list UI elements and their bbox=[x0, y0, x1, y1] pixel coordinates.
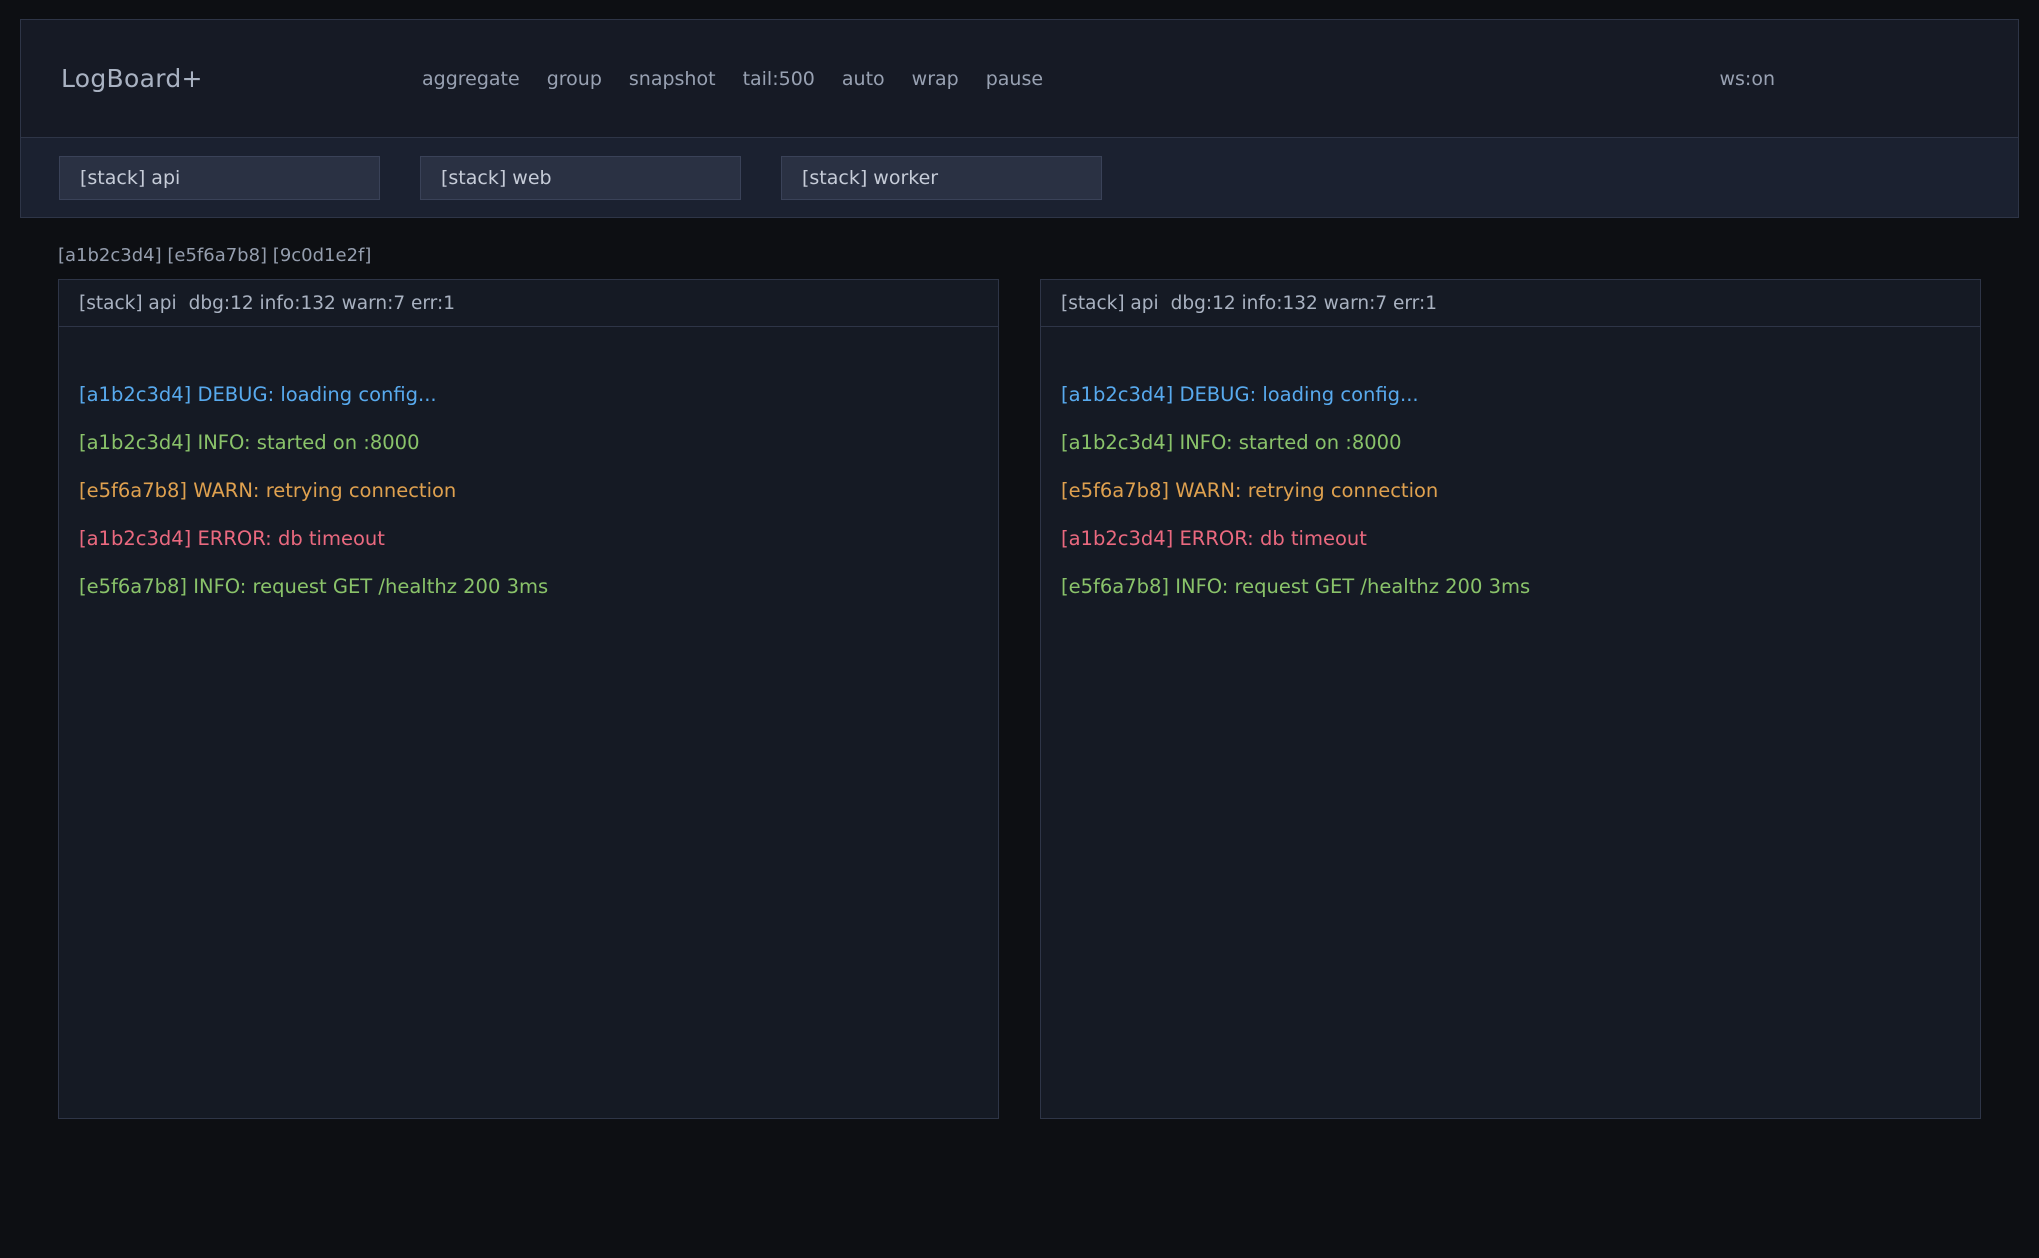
panel-title: [stack] api bbox=[1061, 293, 1159, 314]
menu-item-auto[interactable]: auto bbox=[842, 68, 885, 90]
ws-status-badge: ws:on bbox=[1719, 68, 1775, 90]
panel-grid: [stack] api dbg:12 info:132 warn:7 err:1… bbox=[58, 279, 1981, 1119]
log-line: [e5f6a7b8] INFO: request GET /healthz 20… bbox=[79, 563, 978, 611]
menu-item-snapshot[interactable]: snapshot bbox=[629, 68, 716, 90]
log-panel-left: [stack] api dbg:12 info:132 warn:7 err:1… bbox=[58, 279, 999, 1119]
log-line: [e5f6a7b8] WARN: retrying connection bbox=[79, 467, 978, 515]
log-scroll-area[interactable]: [a1b2c3d4] DEBUG: loading config... [a1b… bbox=[1041, 327, 1980, 1118]
panel-header: [stack] api dbg:12 info:132 warn:7 err:1 bbox=[1041, 280, 1980, 327]
stack-tab-bar: [stack] api [stack] web [stack] worker bbox=[21, 137, 2018, 217]
panel-stats: dbg:12 info:132 warn:7 err:1 bbox=[189, 293, 455, 314]
menu-item-wrap[interactable]: wrap bbox=[912, 68, 959, 90]
top-chrome: LogBoard+ aggregate group snapshot tail:… bbox=[20, 19, 2019, 218]
app-title: LogBoard+ bbox=[61, 64, 422, 93]
log-panel-right: [stack] api dbg:12 info:132 warn:7 err:1… bbox=[1040, 279, 1981, 1119]
menu-item-group[interactable]: group bbox=[547, 68, 602, 90]
menu-item-aggregate[interactable]: aggregate bbox=[422, 68, 520, 90]
panel-header: [stack] api dbg:12 info:132 warn:7 err:1 bbox=[59, 280, 998, 327]
toolbar-menu: aggregate group snapshot tail:500 auto w… bbox=[422, 68, 1043, 90]
tab-label: [stack] worker bbox=[802, 167, 938, 189]
menu-item-pause[interactable]: pause bbox=[986, 68, 1043, 90]
log-line: [a1b2c3d4] INFO: started on :8000 bbox=[79, 419, 978, 467]
panel-title: [stack] api bbox=[79, 293, 177, 314]
log-line: [a1b2c3d4] DEBUG: loading config... bbox=[1061, 371, 1960, 419]
tab-label: [stack] api bbox=[80, 167, 180, 189]
tab-stack-worker[interactable]: [stack] worker bbox=[781, 156, 1102, 200]
log-line: [a1b2c3d4] ERROR: db timeout bbox=[79, 515, 978, 563]
header-bar: LogBoard+ aggregate group snapshot tail:… bbox=[21, 20, 2018, 137]
log-line: [a1b2c3d4] INFO: started on :8000 bbox=[1061, 419, 1960, 467]
tab-stack-api[interactable]: [stack] api bbox=[59, 156, 380, 200]
log-line: [e5f6a7b8] INFO: request GET /healthz 20… bbox=[1061, 563, 1960, 611]
trace-breadcrumb: [a1b2c3d4] [e5f6a7b8] [9c0d1e2f] bbox=[58, 245, 1981, 266]
menu-item-tail[interactable]: tail:500 bbox=[743, 68, 815, 90]
tab-stack-web[interactable]: [stack] web bbox=[420, 156, 741, 200]
log-line: [a1b2c3d4] ERROR: db timeout bbox=[1061, 515, 1960, 563]
tab-label: [stack] web bbox=[441, 167, 552, 189]
log-line: [a1b2c3d4] DEBUG: loading config... bbox=[79, 371, 978, 419]
log-scroll-area[interactable]: [a1b2c3d4] DEBUG: loading config... [a1b… bbox=[59, 327, 998, 1118]
log-line: [e5f6a7b8] WARN: retrying connection bbox=[1061, 467, 1960, 515]
panel-stats: dbg:12 info:132 warn:7 err:1 bbox=[1171, 293, 1437, 314]
